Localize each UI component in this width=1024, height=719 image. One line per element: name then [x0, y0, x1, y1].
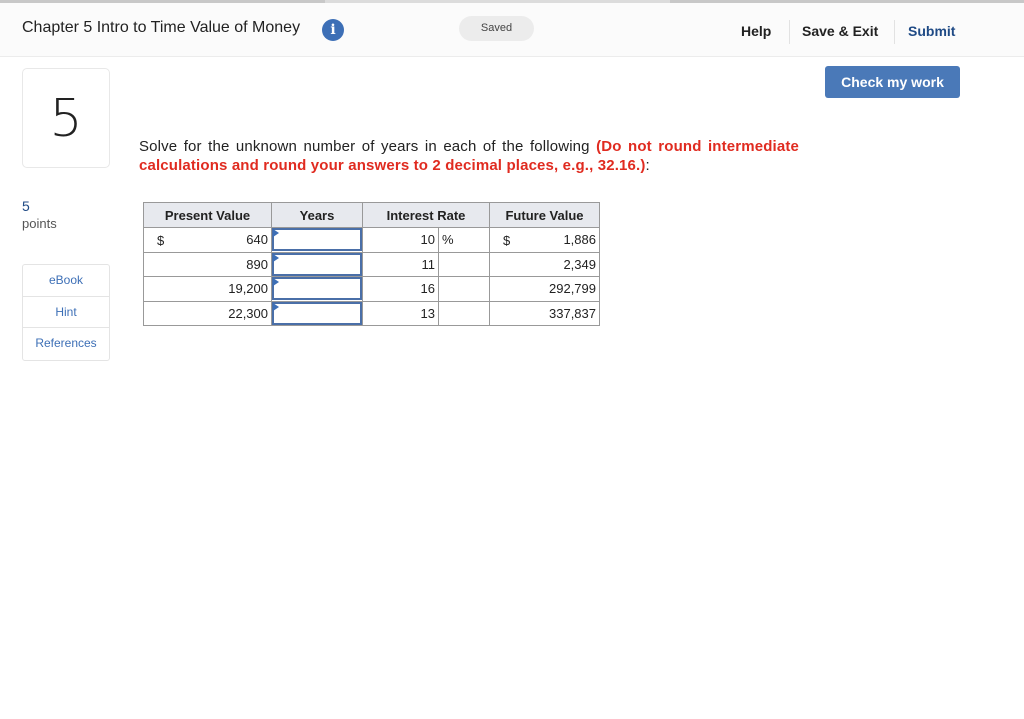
- references-button[interactable]: References: [23, 328, 109, 360]
- years-cell: [271, 276, 363, 302]
- interest-rate: 16: [362, 276, 439, 302]
- interest-rate: 13: [362, 300, 439, 326]
- assignment-title: Chapter 5 Intro to Time Value of Money: [22, 19, 301, 36]
- info-icon[interactable]: i: [322, 19, 344, 41]
- present-value: 890: [143, 251, 272, 277]
- table-row: $640 10 % $1,886: [143, 227, 600, 253]
- interest-rate: 11: [362, 251, 439, 277]
- help-button[interactable]: Help: [741, 23, 771, 39]
- answer-flag-icon: [273, 278, 279, 286]
- header-present-value: Present Value: [143, 202, 272, 228]
- table-row: 890 11 2,349: [143, 251, 600, 277]
- future-value: 1,886: [563, 232, 596, 248]
- percent-blank: [438, 300, 490, 326]
- years-input[interactable]: [272, 301, 362, 325]
- header-future-value: Future Value: [489, 202, 600, 228]
- tvm-table: Present Value Years Interest Rate Future…: [143, 202, 600, 326]
- submit-button[interactable]: Submit: [908, 23, 955, 39]
- header-interest-rate: Interest Rate: [362, 202, 490, 228]
- question-prompt: Solve for the unknown number of years in…: [139, 137, 799, 175]
- present-value: 22,300: [143, 300, 272, 326]
- answer-flag-icon: [273, 302, 279, 311]
- currency-symbol: $: [157, 233, 165, 248]
- present-value: 19,200: [143, 276, 272, 302]
- ebook-button[interactable]: eBook: [23, 265, 109, 297]
- years-input[interactable]: [272, 228, 362, 252]
- interest-rate: 10: [362, 227, 439, 253]
- prompt-end: :: [645, 157, 650, 174]
- percent-blank: [438, 251, 490, 277]
- hint-button[interactable]: Hint: [23, 297, 109, 328]
- question-number: 5: [22, 68, 110, 168]
- check-my-work-button[interactable]: Check my work: [825, 66, 960, 98]
- currency-symbol: $: [503, 233, 511, 248]
- years-cell: [271, 300, 363, 326]
- years-input[interactable]: [272, 277, 362, 301]
- table-row: 22,300 13 337,837: [143, 300, 600, 326]
- years-cell: [271, 227, 363, 253]
- answer-flag-icon: [273, 229, 279, 237]
- assignment-header: Chapter 5 Intro to Time Value of Money i…: [0, 3, 1024, 57]
- prompt-text: Solve for the unknown number of years in…: [139, 138, 597, 155]
- table-row: 19,200 16 292,799: [143, 276, 600, 302]
- future-value-cell: $1,886: [489, 227, 600, 253]
- save-exit-button[interactable]: Save & Exit: [802, 23, 878, 39]
- future-value: 292,799: [489, 276, 600, 302]
- table-header-row: Present Value Years Interest Rate Future…: [143, 202, 600, 228]
- points-value: 5: [22, 198, 30, 214]
- percent-symbol: %: [438, 227, 490, 253]
- present-value: 640: [246, 232, 268, 248]
- present-value-cell: $640: [143, 227, 272, 253]
- saved-status-badge: Saved: [459, 16, 534, 41]
- nav-divider: [789, 20, 790, 44]
- nav-divider: [894, 20, 895, 44]
- years-input[interactable]: [272, 252, 362, 276]
- years-cell: [271, 251, 363, 277]
- percent-blank: [438, 276, 490, 302]
- future-value: 2,349: [489, 251, 600, 277]
- future-value: 337,837: [489, 300, 600, 326]
- question-tools: eBook Hint References: [22, 264, 110, 361]
- points-label: points: [22, 216, 57, 231]
- answer-flag-icon: [273, 253, 279, 262]
- header-years: Years: [271, 202, 363, 228]
